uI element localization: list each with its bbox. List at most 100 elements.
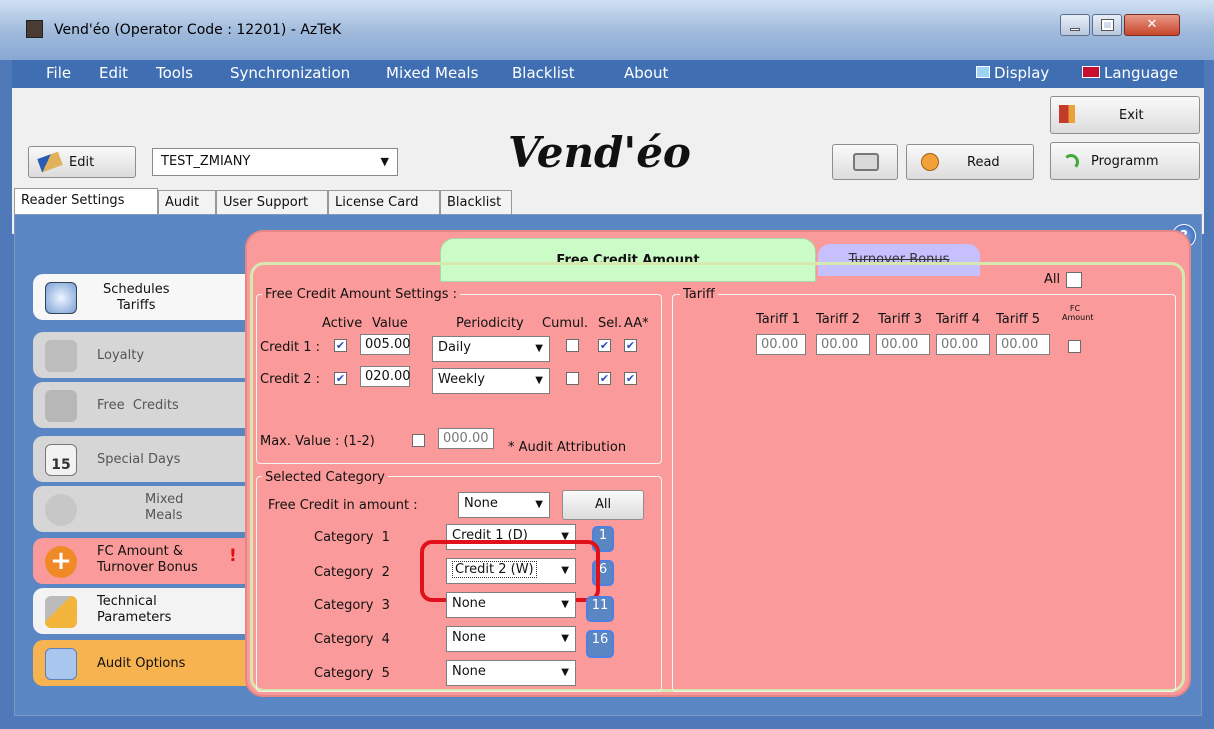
credit-2-periodicity-value: Weekly [438,372,485,387]
sidebar-item-audit-options[interactable]: Audit Options [33,640,249,686]
gift-icon [45,390,77,422]
fc-amount-checkbox[interactable] [1068,340,1081,353]
category-word: Category [314,598,374,613]
read-button[interactable]: Read [906,144,1034,180]
menu-about[interactable]: About [624,64,668,82]
clock-icon [45,282,77,314]
minimize-button[interactable] [1060,14,1090,36]
profile-select[interactable]: TEST_ZMIANY ▼ [152,148,398,176]
chevron-down-icon: ▼ [535,343,543,354]
print-button[interactable] [832,144,898,180]
category-4-label: Category 4 [314,632,390,647]
tab-blacklist[interactable]: Blacklist [440,190,512,214]
tab-reader-settings[interactable]: Reader Settings [14,188,158,214]
tariff-5-header: Tariff 5 [996,312,1041,327]
sidebar-label-audit-options: Audit Options [97,656,186,671]
program-button[interactable]: Programm [1050,142,1200,180]
chevron-down-icon: ▼ [561,599,569,610]
menu-mixed-meals[interactable]: Mixed Meals [386,64,478,82]
menu-tools[interactable]: Tools [156,64,193,82]
category-word: Category [314,565,374,580]
tariff-5-input[interactable]: 00.00 [996,334,1050,355]
credit-2-active-checkbox[interactable]: ✔ [334,372,347,385]
credit-2-aa-checkbox[interactable]: ✔ [624,372,637,385]
menu-file[interactable]: File [46,64,71,82]
plus-icon: + [45,546,77,578]
sidebar-item-free-credits[interactable]: Free Credits [33,382,249,428]
category-number: 1 [381,530,390,545]
tab-user-support[interactable]: User Support [216,190,328,214]
tab-audit[interactable]: Audit [158,190,216,214]
maximize-button[interactable] [1092,14,1122,36]
sidebar-line: Mixed [145,492,184,507]
sidebar-item-special-days[interactable]: 15 Special Days [33,436,249,482]
credit-1-value-input[interactable]: 005.00 [360,334,411,355]
category-1-label: Category 1 [314,530,390,545]
header-active: Active [322,316,363,331]
category-number: 4 [381,632,390,647]
chevron-down-icon: ▼ [535,375,543,386]
credit-1-cumul-checkbox[interactable] [566,339,579,352]
tariff-3-input[interactable]: 00.00 [876,334,930,355]
credit-2-cumul-checkbox[interactable] [566,372,579,385]
maximize-icon [1101,19,1114,31]
edit-button[interactable]: Edit [28,146,136,178]
menu-synchronization[interactable]: Synchronization [230,64,350,82]
fca-settings-title: Free Credit Amount Settings : [262,287,460,302]
all-checkbox[interactable] [1066,272,1082,288]
category-word: Category [314,632,374,647]
sidebar-item-loyalty[interactable]: Loyalty [33,332,249,378]
tariff-4-input[interactable]: 00.00 [936,334,990,355]
credit-1-periodicity-select[interactable]: Daily ▼ [432,336,550,362]
sidebar-label-mixed-meals: Mixed Meals [145,492,183,524]
menu-edit[interactable]: Edit [99,64,128,82]
category-3-badge: 11 [586,596,614,622]
star-icon [45,340,77,372]
max-value-checkbox[interactable] [412,434,425,447]
category-3-select[interactable]: None ▼ [446,592,576,618]
credit-2-value-input[interactable]: 020.00 [360,366,411,387]
menu-display[interactable]: Display [976,64,1049,82]
all-label: All [1044,272,1061,287]
credit-1-sel-checkbox[interactable]: ✔ [598,339,611,352]
category-5-select[interactable]: None ▼ [446,660,576,686]
menu-language[interactable]: Language [1082,64,1178,82]
category-2-label: Category 2 [314,565,390,580]
tariff-2-input[interactable]: 00.00 [816,334,870,355]
sidebar-line: Parameters [97,610,172,625]
language-label: Language [1104,64,1179,82]
app-icon [26,20,43,38]
category-5-value: None [452,664,486,679]
close-button[interactable]: ✕ [1124,14,1180,36]
category-4-badge: 16 [586,630,614,658]
credit-2-periodicity-select[interactable]: Weekly ▼ [432,368,550,394]
selected-category-title: Selected Category [262,470,388,485]
chart-icon [45,648,77,680]
credit-2-sel-checkbox[interactable]: ✔ [598,372,611,385]
menu-blacklist[interactable]: Blacklist [512,64,575,82]
audit-attribution-note: * Audit Attribution [508,440,627,455]
close-icon: ✕ [1146,17,1158,32]
tariff-1-input[interactable]: 00.00 [756,334,806,355]
header-cumul: Cumul. [542,316,588,331]
pencil-icon [37,151,63,173]
fc-in-amount-select[interactable]: None ▼ [458,492,550,518]
sidebar-item-schedules-tariffs[interactable]: Schedules Tariffs [33,274,249,320]
max-value-input[interactable]: 000.00 [438,428,494,449]
exit-button[interactable]: Exit [1050,96,1200,134]
sidebar-item-mixed-meals[interactable]: Mixed Meals [33,486,249,532]
window-title: Vend'éo (Operator Code : 12201) - AzTeK [54,22,342,38]
sidebar-item-fc-amount-turnover-bonus[interactable]: + FC Amount & Turnover Bonus ! [33,538,249,584]
header-aa: AA* [624,316,649,331]
category-3-label: Category 3 [314,598,390,613]
credit-1-active-checkbox[interactable]: ✔ [334,339,347,352]
credit-1-aa-checkbox[interactable]: ✔ [624,339,637,352]
sidebar-item-technical-parameters[interactable]: Technical Parameters [33,588,249,634]
printer-icon [853,153,879,171]
max-value-label: Max. Value : (1-2) [260,434,375,449]
credit-1-periodicity-value: Daily [438,340,471,355]
category-4-select[interactable]: None ▼ [446,626,576,652]
all-category-button[interactable]: All [562,490,644,520]
tab-license-card[interactable]: License Card [328,190,440,214]
sidebar-line: Free [97,398,125,413]
